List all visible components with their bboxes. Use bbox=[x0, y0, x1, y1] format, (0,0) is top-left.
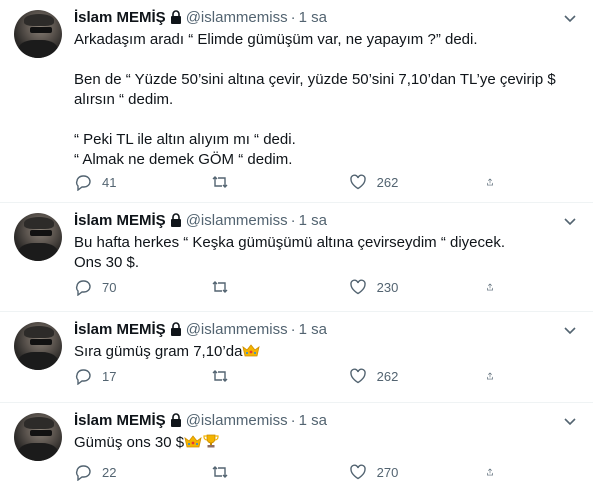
tweet-text: Gümüş ons 30 $ bbox=[74, 433, 579, 453]
share-icon bbox=[487, 283, 493, 291]
retweet-icon bbox=[212, 466, 228, 478]
share-icon bbox=[487, 372, 493, 380]
like-button[interactable]: 262 bbox=[349, 366, 429, 386]
retweet-icon bbox=[212, 176, 228, 188]
retweet-button[interactable] bbox=[211, 366, 291, 386]
lock-icon bbox=[170, 413, 181, 427]
retweet-button[interactable] bbox=[211, 172, 291, 192]
tweet-text: Bu hafta herkes “ Keşka gümüşümü altına … bbox=[74, 234, 506, 271]
reply-icon bbox=[75, 175, 91, 191]
crown-emoji-icon bbox=[242, 344, 261, 357]
separator-dot: · bbox=[290, 212, 296, 229]
like-button[interactable]: 230 bbox=[349, 277, 429, 297]
reply-button[interactable]: 70 bbox=[74, 277, 154, 297]
tweet[interactable]: İslam MEMİŞ @islammemiss · 1 sa Gümüş ons 3… bbox=[0, 403, 593, 496]
reply-count: 17 bbox=[102, 368, 117, 384]
trophy-emoji-icon bbox=[203, 434, 219, 448]
retweet-button[interactable] bbox=[211, 462, 291, 482]
heart-icon bbox=[349, 174, 366, 190]
author-name[interactable]: İslam MEMİŞ bbox=[74, 212, 166, 229]
tweet-header: İslam MEMİŞ @islammemiss · 1 sa bbox=[74, 411, 579, 431]
author-handle[interactable]: @islammemiss bbox=[186, 9, 288, 26]
share-button[interactable] bbox=[486, 277, 504, 297]
reply-count: 70 bbox=[102, 279, 117, 295]
share-icon bbox=[487, 468, 493, 476]
chevron-down-icon[interactable] bbox=[561, 8, 579, 28]
tweet-text: Arkadaşım aradı “ Elimde gümüşüm var, ne… bbox=[74, 31, 556, 168]
tweet-text: Sıra gümüş gram 7,10’da bbox=[74, 342, 579, 362]
tweet-header: İslam MEMİŞ @islammemiss · 1 sa bbox=[74, 320, 579, 340]
share-icon bbox=[487, 178, 493, 186]
share-button[interactable] bbox=[486, 366, 504, 386]
retweet-icon bbox=[212, 281, 228, 293]
tweet-actions: 22 270 bbox=[74, 462, 504, 482]
author-handle[interactable]: @islammemiss bbox=[186, 321, 288, 338]
avatar[interactable] bbox=[14, 10, 62, 58]
reply-count: 41 bbox=[102, 174, 117, 190]
separator-dot: · bbox=[290, 412, 296, 429]
retweet-button[interactable] bbox=[211, 277, 291, 297]
reply-icon bbox=[75, 280, 91, 296]
reply-button[interactable]: 22 bbox=[74, 462, 154, 482]
share-button[interactable] bbox=[486, 462, 504, 482]
reply-icon bbox=[75, 465, 91, 481]
tweet-actions: 41 262 bbox=[74, 172, 504, 192]
chevron-down-icon[interactable] bbox=[561, 411, 579, 431]
author-name[interactable]: İslam MEMİŞ bbox=[74, 412, 166, 429]
heart-icon bbox=[349, 464, 366, 480]
tweet-time[interactable]: 1 sa bbox=[299, 9, 327, 26]
lock-icon bbox=[170, 322, 181, 336]
like-button[interactable]: 262 bbox=[349, 172, 429, 192]
author-name[interactable]: İslam MEMİŞ bbox=[74, 9, 166, 26]
heart-icon bbox=[349, 279, 366, 295]
tweet-feed: İslam MEMİŞ @islammemiss · 1 sa Arkadaşım a… bbox=[0, 0, 593, 496]
tweet-text-content: Gümüş ons 30 $ bbox=[74, 434, 185, 451]
tweet[interactable]: İslam MEMİŞ @islammemiss · 1 sa Bu hafta he… bbox=[0, 203, 593, 312]
avatar[interactable] bbox=[14, 413, 62, 461]
reply-count: 22 bbox=[102, 464, 117, 480]
like-count: 230 bbox=[376, 279, 399, 295]
lock-icon bbox=[170, 10, 181, 24]
crown-emoji-icon bbox=[184, 435, 202, 448]
author-handle[interactable]: @islammemiss bbox=[186, 212, 288, 229]
tweet-actions: 70 230 bbox=[74, 277, 504, 297]
like-button[interactable]: 270 bbox=[349, 462, 429, 482]
like-count: 270 bbox=[376, 464, 399, 480]
separator-dot: · bbox=[290, 321, 296, 338]
chevron-down-icon[interactable] bbox=[561, 211, 579, 231]
tweet-time[interactable]: 1 sa bbox=[299, 412, 327, 429]
lock-icon bbox=[170, 213, 181, 227]
heart-icon bbox=[349, 368, 366, 384]
tweet-header: İslam MEMİŞ @islammemiss · 1 sa bbox=[74, 211, 579, 231]
avatar[interactable] bbox=[14, 213, 62, 261]
like-count: 262 bbox=[376, 368, 399, 384]
tweet-actions: 17 262 bbox=[74, 366, 504, 386]
tweet-time[interactable]: 1 sa bbox=[299, 212, 327, 229]
like-count: 262 bbox=[376, 174, 399, 190]
author-handle[interactable]: @islammemiss bbox=[186, 412, 288, 429]
retweet-icon bbox=[212, 370, 228, 382]
avatar[interactable] bbox=[14, 322, 62, 370]
reply-icon bbox=[75, 369, 91, 385]
reply-button[interactable]: 41 bbox=[74, 172, 154, 192]
tweet[interactable]: İslam MEMİŞ @islammemiss · 1 sa Sıra gümüş … bbox=[0, 312, 593, 403]
tweet-time[interactable]: 1 sa bbox=[299, 321, 327, 338]
reply-button[interactable]: 17 bbox=[74, 366, 154, 386]
author-name[interactable]: İslam MEMİŞ bbox=[74, 321, 166, 338]
tweet[interactable]: İslam MEMİŞ @islammemiss · 1 sa Arkadaşım a… bbox=[0, 0, 593, 203]
tweet-text-content: Sıra gümüş gram 7,10’da bbox=[74, 343, 243, 360]
share-button[interactable] bbox=[486, 172, 504, 192]
chevron-down-icon[interactable] bbox=[561, 320, 579, 340]
separator-dot: · bbox=[290, 9, 296, 26]
tweet-header: İslam MEMİŞ @islammemiss · 1 sa bbox=[74, 8, 579, 28]
